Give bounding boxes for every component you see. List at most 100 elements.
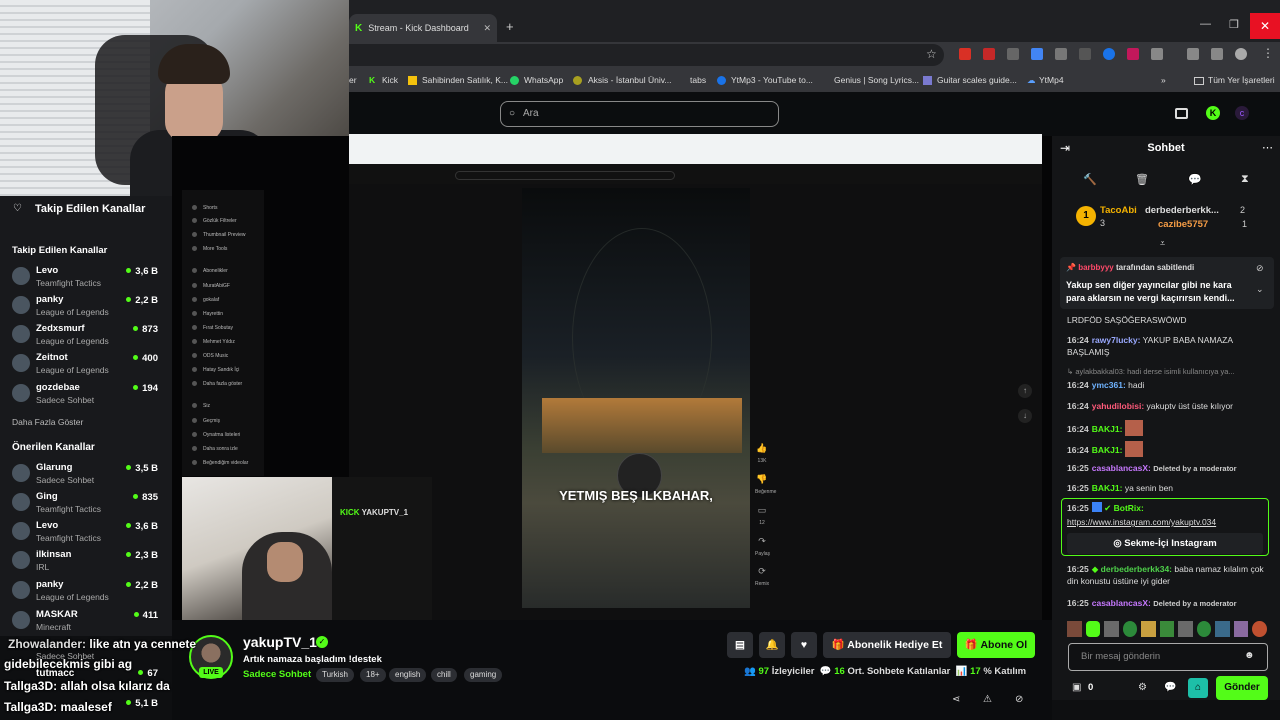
more-bookmarks-icon[interactable]: » [1161, 75, 1166, 85]
bookmark-item[interactable]: Aksis - İstanbul Üniv... [588, 75, 671, 85]
globe-extension-icon[interactable] [1103, 48, 1115, 60]
translate-extension-icon[interactable] [1031, 48, 1043, 60]
bookmark-item[interactable]: er [349, 75, 357, 85]
live-badge: LIVE [199, 667, 223, 678]
leader-name[interactable]: cazibe5757 [1158, 219, 1208, 230]
tag-chip[interactable]: 18+ [360, 668, 386, 682]
tag-chip[interactable]: gaming [464, 668, 503, 682]
followed-channel[interactable]: panky League of Legends 2,2 B [12, 294, 172, 323]
profile-avatar[interactable] [1235, 48, 1247, 60]
followed-channel[interactable]: Zeitnot League of Legends 400 [12, 352, 172, 381]
maximize-icon[interactable]: ❐ [1229, 18, 1239, 31]
settings-gear-icon[interactable]: ⚙ [1138, 682, 1147, 693]
followed-channel[interactable]: Zedxsmurf League of Legends 873 [12, 323, 172, 352]
shield-extension-icon[interactable] [1055, 48, 1067, 60]
tag-chip[interactable]: Turkish [316, 668, 354, 682]
bookmark-star-icon[interactable]: ☆ [926, 47, 937, 61]
store-icon[interactable] [1175, 108, 1188, 119]
viewer-count: 3,6 B [126, 521, 158, 532]
theater-mode-icon[interactable]: ▤ [727, 632, 753, 658]
instagram-link[interactable]: https://www.instagram.com/yakuptv.034 [1067, 516, 1272, 528]
notification-bell-icon[interactable]: 🔔 [759, 632, 785, 658]
viewer-count: 2,2 B [126, 295, 158, 306]
close-tab-icon[interactable]: ✕ [483, 23, 491, 34]
followed-channel[interactable]: Levo Teamfight Tactics 3,6 B [12, 265, 172, 294]
channel-name[interactable]: yakupTV_1 [243, 634, 317, 650]
share-icon[interactable]: ⋖ [952, 694, 960, 705]
leader-name[interactable]: derbederberkk... [1145, 205, 1219, 216]
emoji-icon[interactable]: ☻ [1244, 650, 1255, 661]
bookmark-item[interactable]: Sahibinden Satılık, K... [422, 75, 508, 85]
chat-tool-icon[interactable]: 💬 [1188, 173, 1202, 186]
expand-leaders-icon[interactable]: ⩡ [1160, 238, 1165, 249]
bookmark-item[interactable]: Genius | Song Lyrics... [834, 75, 919, 85]
stream-category[interactable]: Sadece Sohbet [243, 669, 311, 680]
puzzle-extension-icon[interactable] [1079, 48, 1091, 60]
extensions-icon[interactable] [1151, 48, 1163, 60]
download-icon[interactable] [1187, 48, 1199, 60]
emote-icon[interactable] [1122, 621, 1138, 637]
emote-icon[interactable] [1178, 621, 1193, 637]
tp-extension-icon[interactable] [983, 48, 995, 60]
gift-subscription-button[interactable]: 🎁 Abonelik Hediye Et [823, 632, 951, 658]
bookmark-item[interactable]: Kick [382, 75, 398, 85]
emote-icon[interactable] [1233, 621, 1249, 637]
emote-icon[interactable] [1104, 621, 1119, 637]
bookmark-item[interactable]: YtMp4 [1039, 75, 1064, 85]
show-more-link[interactable]: Daha Fazla Göster [12, 417, 83, 427]
url-field[interactable] [349, 44, 944, 66]
recorder-extension-icon[interactable] [1127, 48, 1139, 60]
minimize-icon[interactable]: — [1200, 18, 1211, 30]
emote-icon[interactable] [1067, 621, 1082, 637]
new-tab-icon[interactable]: + [506, 19, 514, 34]
media-icon[interactable] [1211, 48, 1223, 60]
bookmark-item[interactable]: Tüm Yer İşaretleri [1208, 75, 1275, 85]
chat-menu-icon[interactable]: ⋯ [1262, 141, 1273, 154]
tag-chip[interactable]: english [389, 668, 427, 682]
subscribe-button[interactable]: 🎁 Abone Ol [957, 632, 1035, 658]
send-button[interactable]: Gönder [1216, 676, 1268, 700]
followed-channel[interactable]: gozdebae Sadece Sohbet 194 [12, 382, 172, 411]
emote-image [1124, 420, 1143, 436]
zoom-extension-icon[interactable] [1007, 48, 1019, 60]
points-icon[interactable]: ▣ [1072, 682, 1081, 693]
emote-icon[interactable] [1252, 621, 1268, 637]
emote-icon[interactable] [1215, 621, 1230, 637]
emote-icon[interactable] [1085, 621, 1101, 637]
hide-icon[interactable]: ⊘ [1015, 694, 1023, 705]
chat-users-icon[interactable]: 💬 [1164, 682, 1176, 693]
recommended-channel[interactable]: MASKAR Minecraft 411 [12, 609, 172, 638]
bookmark-item[interactable]: tabs [690, 75, 706, 85]
report-icon[interactable]: ⚠ [983, 694, 992, 705]
timer-tool-icon[interactable]: ⧗ [1241, 173, 1249, 186]
bookmark-item[interactable]: WhatsApp [524, 75, 563, 85]
chevron-down-icon[interactable]: ⌄ [1256, 284, 1264, 295]
recommended-channel[interactable]: Ging Teamfight Tactics 835 [12, 491, 172, 520]
kick-coin-icon[interactable]: K [1206, 106, 1220, 120]
follow-heart-icon[interactable]: ♥ [791, 632, 817, 658]
chat-input[interactable]: Bir mesaj gönderin [1068, 643, 1268, 671]
recommended-channel[interactable]: Glarung Sadece Sohbet 3,5 B [12, 462, 172, 491]
unpin-icon[interactable]: ⊘ [1256, 263, 1264, 274]
recommended-channel[interactable]: ilkinsan IRL 2,3 B [12, 549, 172, 578]
pin-tool-icon[interactable]: 🔨 [1083, 173, 1097, 186]
botrix-extension-icon[interactable]: ⌂ [1188, 678, 1208, 698]
browser-tab[interactable]: K Stream - Kick Dashboard ✕ [349, 14, 497, 42]
instagram-button[interactable]: ◎ Sekme-İçi Instagram [1067, 533, 1263, 554]
adblock-extension-icon[interactable] [959, 48, 971, 60]
recommended-channel[interactable]: Levo Teamfight Tactics 3,6 B [12, 520, 172, 549]
collapse-chat-icon[interactable]: ⇥ [1060, 141, 1070, 155]
recommended-channel[interactable]: panky League of Legends 2,2 B [12, 579, 172, 608]
search-input[interactable]: ○ Ara [500, 101, 779, 127]
user-avatar[interactable]: c [1235, 106, 1249, 120]
emote-icon[interactable] [1141, 621, 1156, 637]
leader-name[interactable]: TacoAbi [1100, 205, 1137, 216]
close-window-icon[interactable]: ✕ [1250, 13, 1280, 39]
bookmark-item[interactable]: Guitar scales guide... [937, 75, 1017, 85]
trash-tool-icon[interactable]: 🗑 [1135, 173, 1149, 186]
emote-icon[interactable] [1196, 621, 1212, 637]
tag-chip[interactable]: chill [431, 668, 457, 682]
emote-icon[interactable] [1159, 621, 1175, 637]
browser-menu-icon[interactable]: ⋮ [1262, 46, 1274, 60]
bookmark-item[interactable]: YtMp3 - YouTube to... [731, 75, 813, 85]
